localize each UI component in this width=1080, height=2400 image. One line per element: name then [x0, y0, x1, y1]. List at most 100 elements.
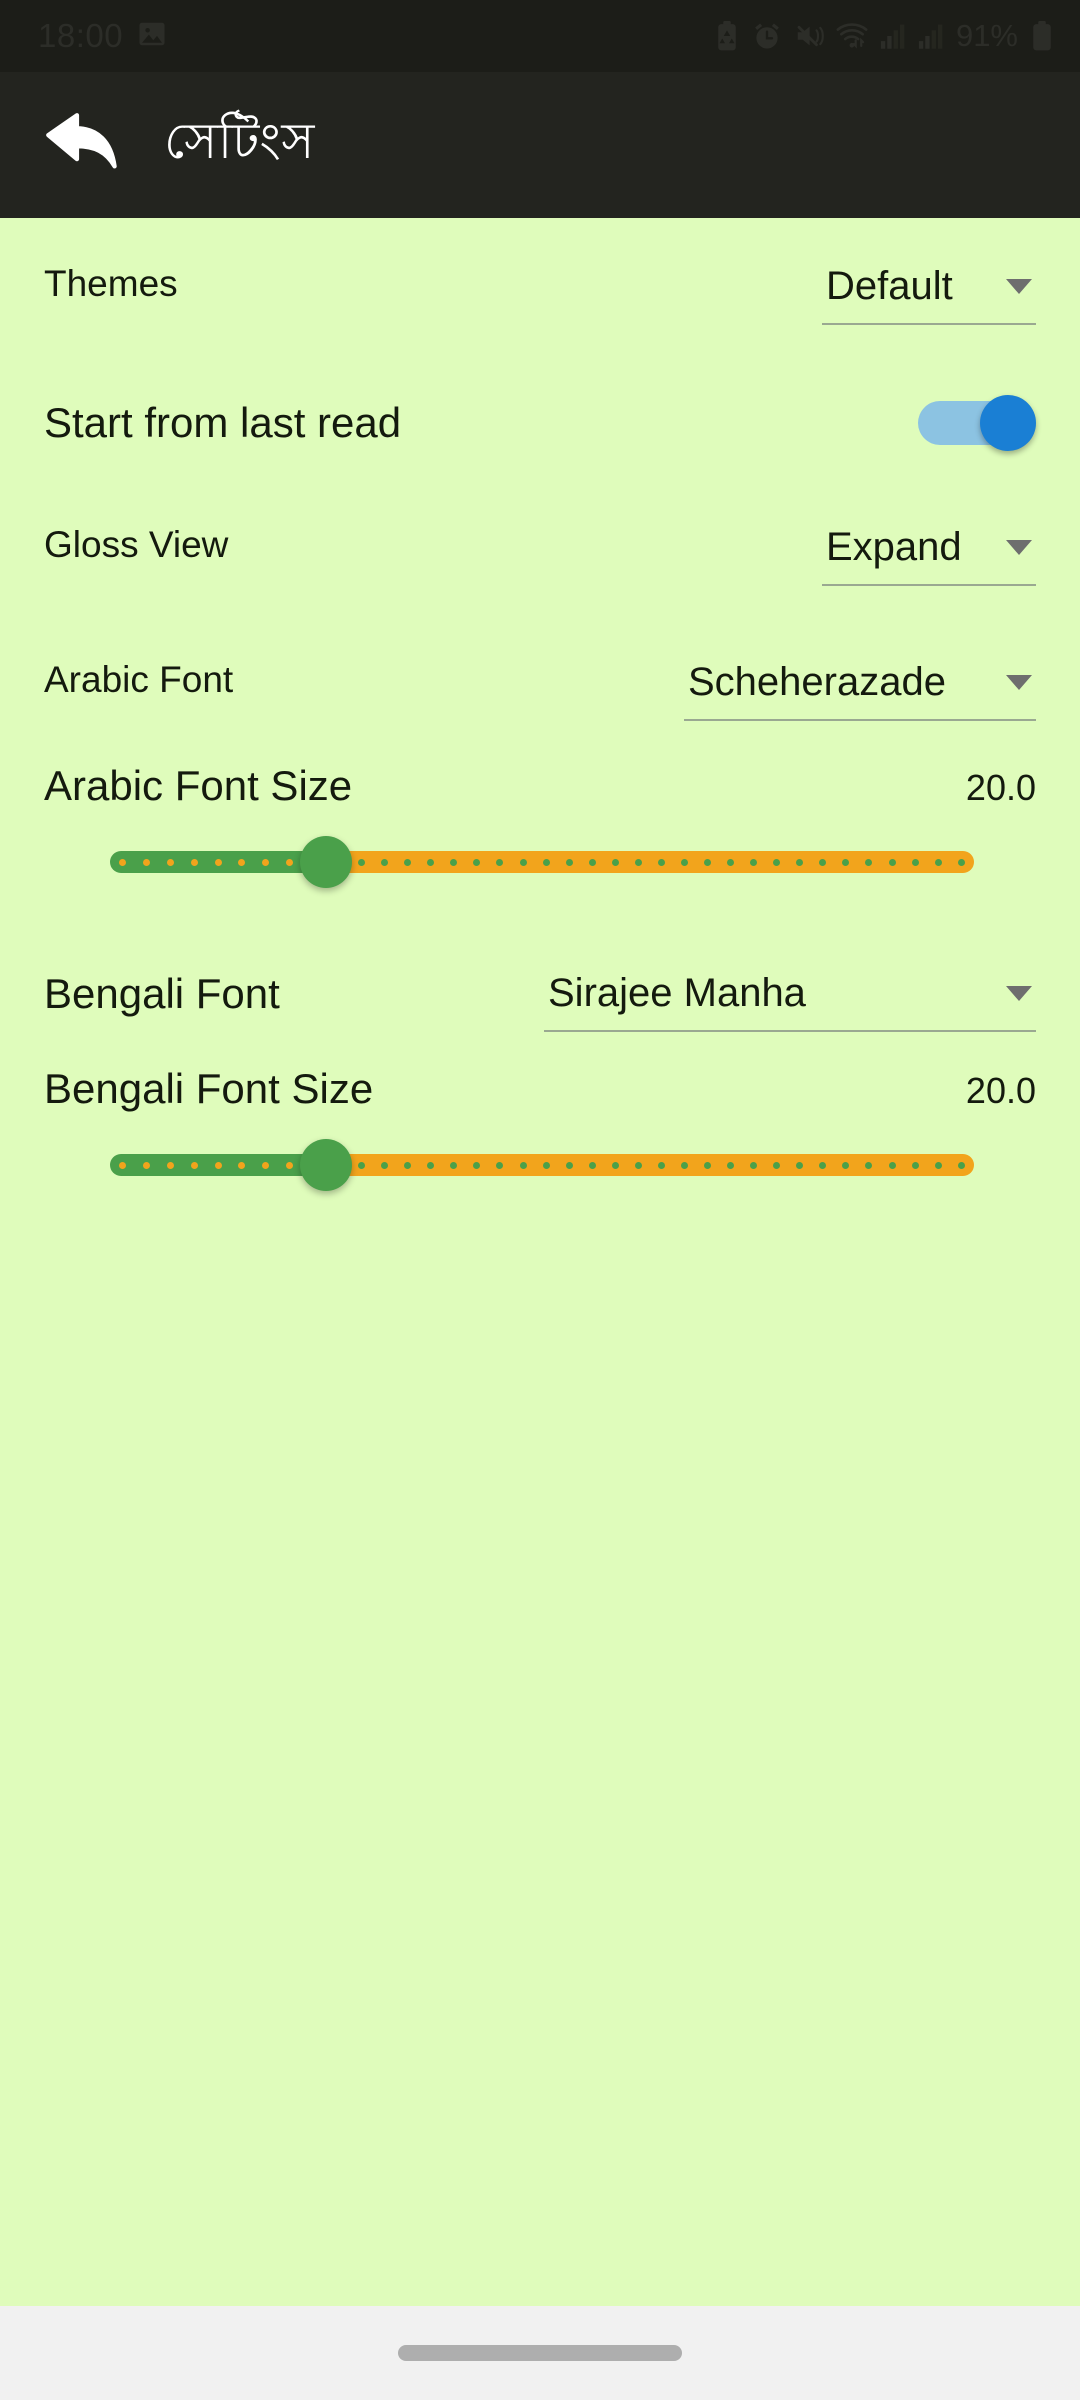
slider-tick — [888, 1161, 896, 1169]
slider-tick — [381, 858, 389, 866]
start-from-last-read-toggle[interactable] — [918, 395, 1036, 451]
arabic-font-size-value: 20.0 — [965, 767, 1036, 809]
setting-row-start-from-last-read[interactable]: Start from last read — [44, 395, 1036, 451]
slider-tick — [934, 858, 942, 866]
arabic-font-dropdown[interactable]: Scheherazade — [684, 660, 1036, 721]
battery-saver-icon — [714, 21, 740, 51]
signal-bars-icon — [880, 22, 906, 50]
signal-bars-2-icon — [918, 22, 944, 50]
slider-tick — [911, 858, 919, 866]
slider-tick — [404, 1161, 412, 1169]
slider-tick — [773, 1161, 781, 1169]
chevron-down-icon — [1006, 279, 1032, 294]
slider-inactive-ticks — [326, 1154, 974, 1176]
bengali-font-label: Bengali Font — [44, 970, 280, 1018]
slider-tick — [565, 858, 573, 866]
home-gesture-pill[interactable] — [398, 2345, 682, 2361]
slider-tick — [358, 1161, 366, 1169]
bengali-font-size-value: 20.0 — [965, 1070, 1036, 1112]
chevron-down-icon — [1006, 986, 1032, 1002]
slider-inactive-ticks — [326, 851, 974, 873]
setting-row-gloss-view[interactable]: Gloss View Expand — [44, 524, 1036, 586]
slider-tick — [842, 1161, 850, 1169]
slider-tick — [819, 1161, 827, 1169]
bengali-font-dropdown[interactable]: Sirajee Manha — [544, 971, 1036, 1033]
system-navigation-bar — [0, 2306, 1080, 2400]
slider-tick — [911, 1161, 919, 1169]
slider-tick — [473, 858, 481, 866]
slider-tick — [888, 858, 896, 866]
back-button[interactable] — [30, 90, 140, 200]
slider-inactive-track — [326, 1154, 974, 1177]
slider-tick — [190, 858, 198, 866]
alarm-icon — [752, 21, 782, 51]
slider-tick — [611, 1161, 619, 1169]
slider-tick — [819, 858, 827, 866]
slider-tick — [519, 858, 527, 866]
setting-row-themes[interactable]: Themes Default — [44, 263, 1036, 325]
screenshot-icon — [137, 19, 167, 54]
arabic-font-size-slider[interactable] — [110, 831, 974, 893]
slider-active-ticks — [110, 851, 326, 873]
bengali-font-value: Sirajee Manha — [548, 971, 806, 1016]
slider-track[interactable] — [110, 1154, 974, 1177]
setting-row-arabic-font-size: Arabic Font Size 20.0 — [44, 762, 1036, 809]
slider-tick — [588, 858, 596, 866]
slider-tick — [773, 858, 781, 866]
slider-inactive-track — [326, 851, 974, 874]
arabic-font-label: Arabic Font — [44, 659, 234, 700]
slider-tick — [750, 858, 758, 866]
slider-tick — [519, 1161, 527, 1169]
chevron-down-icon — [1006, 540, 1032, 555]
slider-tick — [657, 858, 665, 866]
status-bar: 18:00 91% — [0, 0, 1080, 72]
slider-thumb[interactable] — [300, 1139, 352, 1192]
themes-dropdown[interactable]: Default — [822, 264, 1036, 325]
slider-tick — [238, 858, 246, 866]
slider-tick — [727, 858, 735, 866]
slider-tick — [865, 1161, 873, 1169]
gloss-view-dropdown[interactable]: Expand — [822, 525, 1036, 586]
slider-track[interactable] — [110, 851, 974, 874]
slider-tick — [214, 1161, 222, 1169]
slider-tick — [542, 1161, 550, 1169]
back-arrow-icon — [42, 103, 128, 188]
slider-tick — [473, 1161, 481, 1169]
gloss-view-value: Expand — [826, 525, 962, 569]
slider-tick — [166, 1161, 174, 1169]
setting-row-bengali-font[interactable]: Bengali Font Sirajee Manha — [44, 970, 1036, 1033]
slider-tick — [634, 858, 642, 866]
slider-tick — [588, 1161, 596, 1169]
slider-tick — [565, 1161, 573, 1169]
slider-tick — [142, 1161, 150, 1169]
slider-tick — [750, 1161, 758, 1169]
start-from-last-read-label: Start from last read — [44, 398, 402, 446]
slider-tick — [542, 858, 550, 866]
slider-tick — [119, 1161, 126, 1169]
battery-percent-label: 91% — [955, 18, 1018, 53]
arabic-font-size-label: Arabic Font Size — [44, 762, 353, 809]
slider-tick — [190, 1161, 198, 1169]
slider-thumb[interactable] — [300, 836, 352, 889]
slider-tick — [657, 1161, 665, 1169]
setting-row-arabic-font[interactable]: Arabic Font Scheherazade — [44, 659, 1036, 721]
slider-tick — [381, 1161, 389, 1169]
toggle-thumb — [980, 395, 1036, 451]
slider-tick — [957, 858, 965, 866]
slider-tick — [842, 858, 850, 866]
themes-value: Default — [826, 264, 953, 308]
setting-row-bengali-font-size: Bengali Font Size 20.0 — [44, 1065, 1036, 1112]
wifi-icon — [836, 21, 868, 51]
slider-tick — [427, 858, 435, 866]
slider-tick — [238, 1161, 246, 1169]
battery-icon — [1030, 21, 1054, 51]
slider-tick — [704, 858, 711, 866]
bengali-font-size-slider[interactable] — [110, 1134, 974, 1196]
app-bar: সেটিংস — [0, 72, 1080, 218]
slider-active-ticks — [110, 1154, 326, 1176]
slider-tick — [286, 1161, 294, 1169]
slider-tick — [286, 858, 294, 866]
page-title: সেটিংস — [164, 112, 315, 169]
slider-tick — [496, 1161, 504, 1169]
status-clock: 18:00 — [38, 17, 124, 54]
